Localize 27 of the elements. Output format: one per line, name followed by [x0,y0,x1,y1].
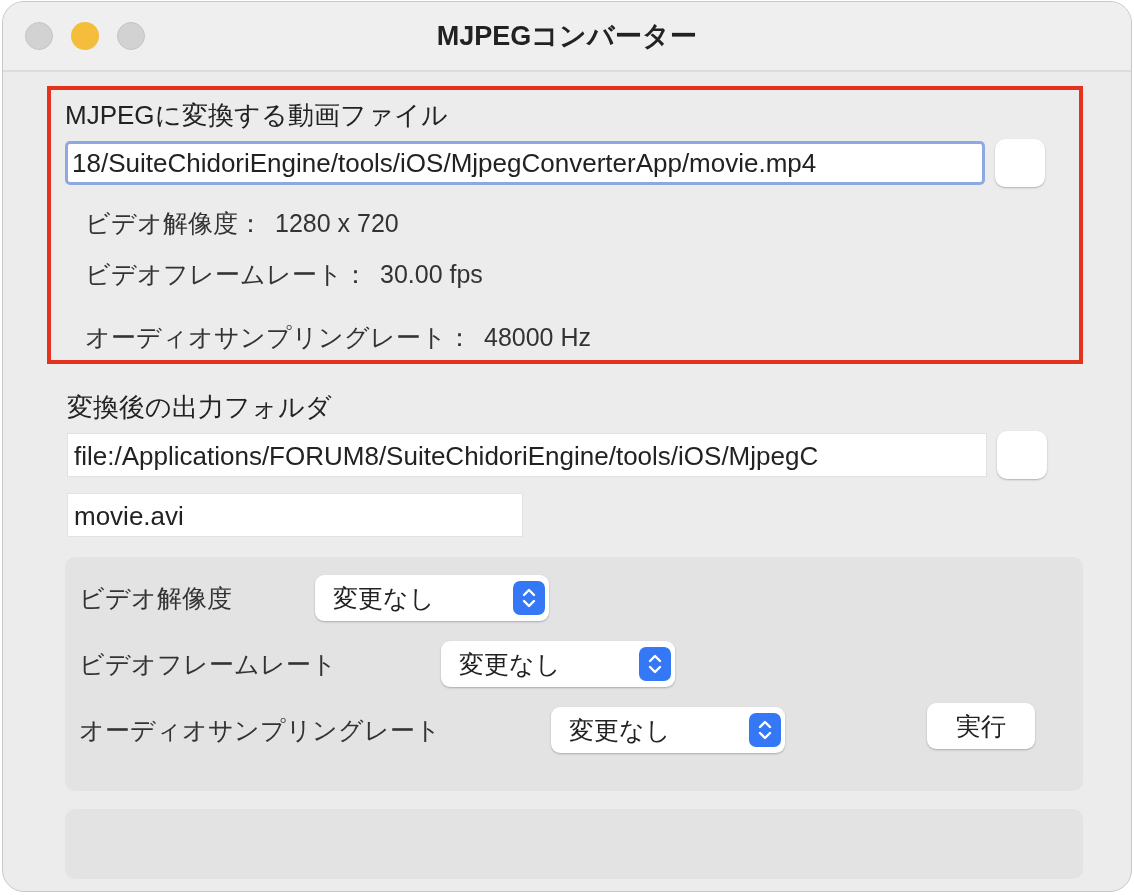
close-button[interactable] [25,22,53,50]
window-title: MJPEGコンバーター [436,20,698,53]
path-field[interactable]: 18/SuiteChidoriEngine/tools/iOS/MjpegConverterApp/movie.mp4 [65,141,985,185]
stepper-icon [749,713,781,747]
stepper-icon [639,647,671,681]
stepper-icon [513,581,545,615]
folder-field[interactable]: file:/Applications/FORUM8/SuiteChidoriEngine/tools/iOS/MjpegC [67,433,987,477]
zoom-button[interactable] [117,22,145,50]
browse-button[interactable] [997,431,1047,479]
info-label: ビデオフレームレート： [85,259,368,290]
filename-field[interactable]: movie.avi [67,493,523,537]
minimize-button[interactable] [71,22,99,50]
popup-button[interactable]: 変更なし [315,575,549,621]
info-value: 48000 Hz [484,323,592,352]
option-label: オーディオサンプリングレート [79,714,442,746]
field-label: 変換後の出力フォルダ [67,391,333,424]
field-label: MJPEGに変換する動画ファイル [65,99,449,132]
run-button[interactable]: 実行 [927,703,1035,749]
option-label: ビデオフレームレート [79,648,338,680]
info-value: 30.00 fps [380,260,483,289]
option-label: ビデオ解像度 [79,582,233,614]
popup-button[interactable]: 変更なし [441,641,675,687]
popup-button[interactable]: 変更なし [551,707,785,753]
info-label: オーディオサンプリングレート： [85,322,472,353]
info-value: 1280 x 720 [275,209,399,238]
info-label: ビデオ解像度： [85,208,263,239]
browse-button[interactable] [995,139,1045,187]
